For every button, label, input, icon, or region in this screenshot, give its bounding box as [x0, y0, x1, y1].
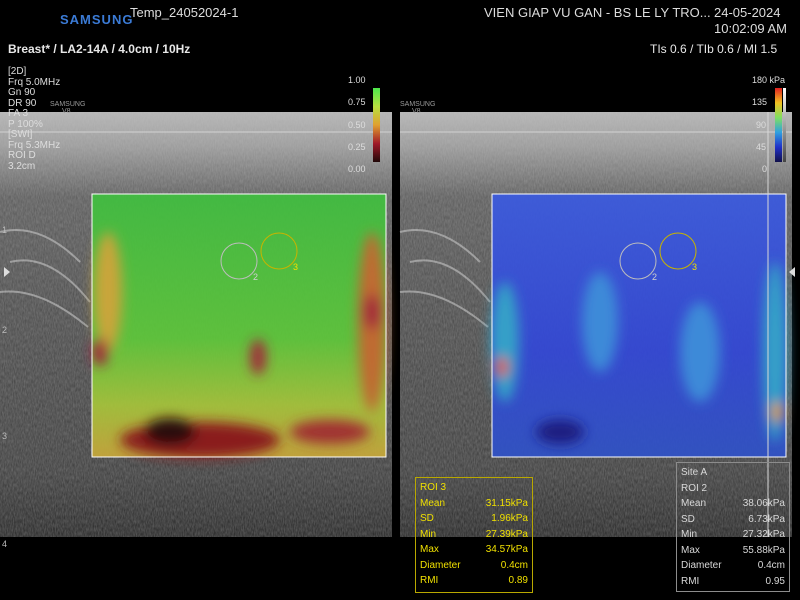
institution-name: VIEN GIAP VU GAN - BS LE LY TRO... [484, 5, 711, 20]
roi3-rmi-label: RMI [420, 575, 439, 586]
roi2-sd-label: SD [681, 513, 695, 525]
roi3-sd-label: SD [420, 513, 434, 524]
roi-label-2-right: 2 [652, 272, 658, 282]
imaging-parameters: [2D] Frq 5.0MHz Gn 90 DR 90 FA 3 P 100% … [8, 66, 61, 172]
roi3-mean-value: 31.15kPa [485, 497, 528, 509]
depth-mark-4: 4 [2, 539, 8, 549]
roi2-rmi-label: RMI [681, 575, 700, 587]
roi2-max-label: Max [681, 544, 700, 556]
roi-label-2-left: 2 [253, 272, 259, 282]
focus-marker-left[interactable] [4, 267, 10, 277]
roi2-diameter-label: Diameter [681, 560, 722, 571]
elastography-overlay-left [91, 193, 387, 458]
stiffness-color-bar [775, 88, 782, 162]
site-label: Site A [681, 467, 708, 478]
exam-time: 10:02:09 AM [714, 21, 787, 36]
elastography-overlay-right [491, 193, 787, 458]
roi3-title: ROI 3 [420, 482, 447, 493]
thermal-index: TIs 0.6 / TIb 0.6 / MI 1.5 [650, 42, 778, 56]
brand-logo: SAMSUNG [60, 12, 134, 27]
roi3-diameter-label: Diameter [420, 559, 461, 571]
preset-info: Breast* / LA2-14A / 4.0cm / 10Hz [8, 42, 191, 56]
roi2-measurement-box: Site A ROI 2 Mean 38.06kPa SD 6.73kPa Min 2… [676, 462, 790, 592]
exam-date: 24-05-2024 [714, 5, 781, 20]
roi2-min-value: 27.32kPa [742, 529, 785, 540]
roi2-min-label: Min [681, 529, 698, 540]
roi2-max-value: 55.88kPa [742, 544, 785, 556]
roi-label-3-right: 3 [692, 262, 698, 272]
depth-mark-1: 1 [2, 225, 8, 235]
quality-color-bar [373, 88, 380, 162]
roi3-mean-label: Mean [420, 497, 446, 509]
roi2-sd-value: 6.73kPa [748, 513, 785, 525]
roi3-max-label: Max [420, 544, 439, 555]
focus-marker-right[interactable] [789, 267, 795, 277]
probe-logo-right: SAMSUNG V8 [400, 101, 436, 115]
roi3-sd-value: 1.96kPa [491, 513, 528, 524]
roi3-min-value: 27.39kPa [485, 528, 528, 540]
roi-label-3-left: 3 [293, 262, 299, 272]
patient-id: Temp_24052024-1 [130, 5, 239, 20]
roi3-max-value: 34.57kPa [485, 544, 528, 555]
roi2-mean-label: Mean [681, 498, 707, 509]
depth-mark-2: 2 [2, 325, 8, 335]
stiffness-gray-bar [783, 88, 786, 162]
roi3-measurement-box: ROI 3 Mean 31.15kPa SD 1.96kPa Min 27.39kPa… [415, 477, 533, 593]
roi2-diameter-value: 0.4cm [757, 560, 785, 571]
roi3-diameter-value: 0.4cm [500, 559, 528, 571]
depth-mark-3: 3 [2, 431, 8, 441]
roi3-min-label: Min [420, 528, 437, 540]
roi2-mean-value: 38.06kPa [742, 498, 785, 509]
roi2-rmi-value: 0.95 [765, 575, 785, 587]
roi2-title: ROI 2 [681, 482, 708, 494]
roi3-rmi-value: 0.89 [508, 575, 528, 586]
